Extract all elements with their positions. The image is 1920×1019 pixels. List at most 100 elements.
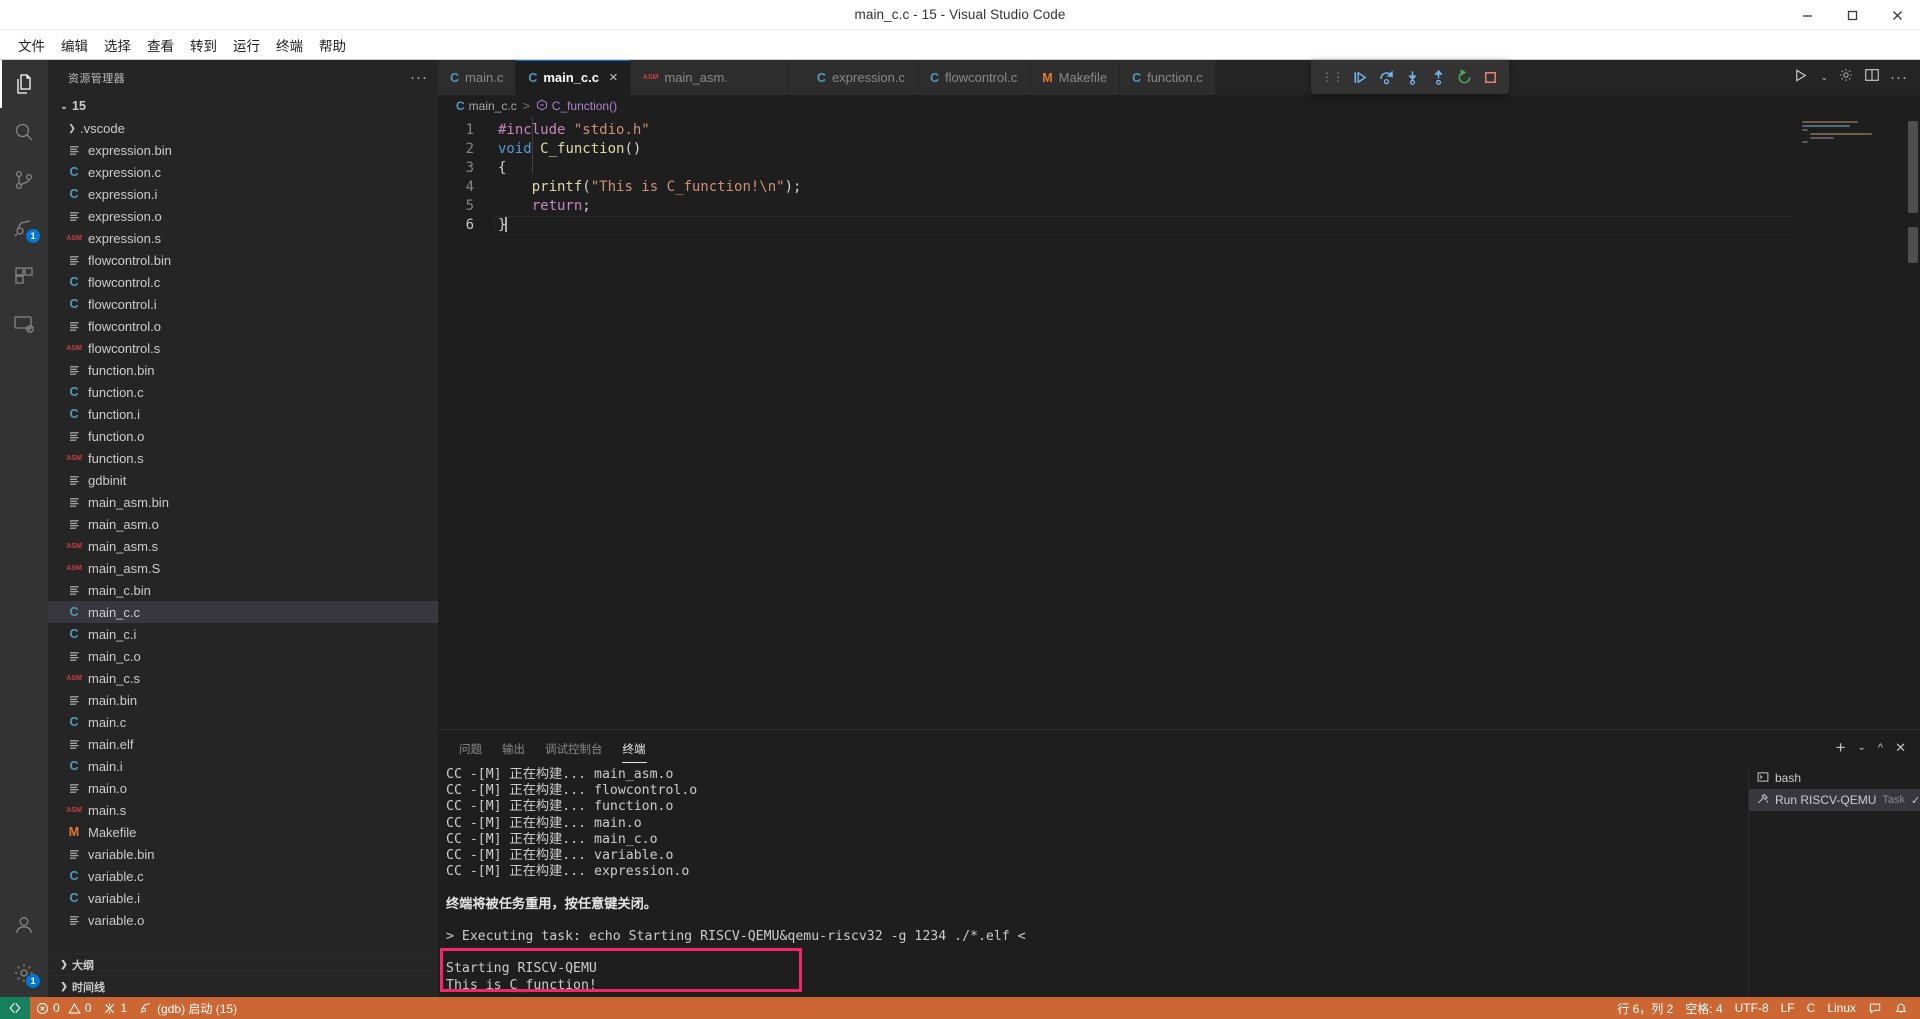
- menu-run[interactable]: 运行: [225, 32, 268, 58]
- remote-host-icon[interactable]: [0, 997, 30, 1019]
- tree-root-15[interactable]: ⌄ 15: [48, 95, 438, 117]
- tree-item-function-i[interactable]: Cfunction.i: [48, 403, 438, 425]
- terminal-dropdown-icon[interactable]: ⌄: [1858, 742, 1866, 753]
- debug-toolbar-grip[interactable]: ⋮⋮: [1317, 70, 1347, 84]
- status-ports[interactable]: 1: [97, 997, 133, 1019]
- tree-item-expression-s[interactable]: ASM expression.s: [48, 227, 438, 249]
- status-indentation[interactable]: 空格: 4: [1679, 997, 1728, 1019]
- sidebar-section-outline[interactable]: ❯ 大纲: [48, 953, 438, 975]
- minimize-icon[interactable]: [1785, 0, 1830, 30]
- activity-manage-gear-icon[interactable]: 1: [0, 949, 48, 997]
- editor-tab-function-c[interactable]: Cfunction.c: [1120, 60, 1216, 95]
- terminal-instance-list[interactable]: bash Run RISCV-QEMU Task ✓: [1748, 765, 1920, 997]
- status-problems[interactable]: 0 0: [30, 997, 97, 1019]
- tree-item-expression-bin[interactable]: expression.bin: [48, 139, 438, 161]
- editor-scrollbar[interactable]: [1906, 117, 1920, 729]
- activity-explorer[interactable]: [0, 60, 48, 108]
- code-line[interactable]: {: [494, 159, 1920, 178]
- editor-tab-expression-c[interactable]: Cexpression.c: [788, 60, 918, 95]
- activity-extensions[interactable]: [0, 252, 48, 300]
- breadcrumb-symbol[interactable]: C_function(): [552, 99, 617, 113]
- tab-close-icon[interactable]: ×: [609, 70, 618, 85]
- tree-item-gdbinit[interactable]: gdbinit: [48, 469, 438, 491]
- editor-settings-gear-icon[interactable]: [1838, 67, 1854, 88]
- status-encoding[interactable]: UTF-8: [1729, 997, 1775, 1019]
- file-tree[interactable]: ⌄ 15 ❯ .vscode expression.bin Cexpression.c Ce…: [48, 95, 438, 953]
- more-actions-icon[interactable]: ···: [1890, 70, 1908, 85]
- feedback-icon[interactable]: [1862, 997, 1888, 1019]
- tree-item-expression-o[interactable]: expression.o: [48, 205, 438, 227]
- menu-help[interactable]: 帮助: [311, 32, 354, 58]
- tree-item-main_asm-S[interactable]: ASM main_asm.S: [48, 557, 438, 579]
- tree-item-flowcontrol-bin[interactable]: flowcontrol.bin: [48, 249, 438, 271]
- menu-selection[interactable]: 选择: [96, 32, 139, 58]
- tree-item-main_c-bin[interactable]: main_c.bin: [48, 579, 438, 601]
- debug-stop-icon[interactable]: [1477, 63, 1503, 91]
- terminal-list-item-run-riscv-qemu[interactable]: Run RISCV-QEMU Task ✓: [1749, 789, 1920, 811]
- chevron-down-icon[interactable]: ⌄: [1820, 72, 1828, 83]
- terminal-list-item-bash[interactable]: bash: [1749, 767, 1920, 789]
- tree-item-expression-i[interactable]: Cexpression.i: [48, 183, 438, 205]
- tree-item-main-i[interactable]: Cmain.i: [48, 755, 438, 777]
- editor-tab-main-c[interactable]: Cmain.c: [438, 60, 517, 95]
- editor-tab-Makefile[interactable]: M Makefile: [1030, 60, 1121, 95]
- tree-item-function-bin[interactable]: function.bin: [48, 359, 438, 381]
- tree-item-main-c[interactable]: Cmain.c: [48, 711, 438, 733]
- editor-tab-main_c-c[interactable]: Cmain_c.c ×: [516, 60, 631, 95]
- run-or-debug-icon[interactable]: [1793, 67, 1810, 89]
- code-line[interactable]: #include "stdio.h": [494, 121, 1920, 140]
- code-line[interactable]: void C_function(): [494, 140, 1920, 159]
- tree-item-main-s[interactable]: ASM main.s: [48, 799, 438, 821]
- panel-tab-问题[interactable]: 问题: [458, 733, 483, 763]
- code-editor[interactable]: 123456 #include "stdio.h" void C_function…: [438, 117, 1920, 729]
- status-debug-launch[interactable]: (gdb) 启动 (15): [133, 997, 243, 1019]
- split-editor-icon[interactable]: [1864, 67, 1880, 88]
- tree-item-main_c-c[interactable]: Cmain_c.c: [48, 601, 438, 623]
- tree-item--vscode[interactable]: ❯ .vscode: [48, 117, 438, 139]
- debug-step-over-icon[interactable]: [1373, 63, 1399, 91]
- menu-file[interactable]: 文件: [10, 32, 53, 58]
- debug-step-into-icon[interactable]: [1399, 63, 1425, 91]
- debug-restart-icon[interactable]: [1451, 63, 1477, 91]
- tree-item-flowcontrol-o[interactable]: flowcontrol.o: [48, 315, 438, 337]
- tree-item-function-s[interactable]: ASM function.s: [48, 447, 438, 469]
- code-content[interactable]: #include "stdio.h" void C_function(){ pri…: [494, 117, 1920, 729]
- activity-run-and-debug[interactable]: 1: [0, 204, 48, 252]
- activity-accounts[interactable]: [0, 901, 48, 949]
- status-cursor-position[interactable]: 行 6，列 2: [1611, 997, 1679, 1019]
- panel-tab-终端[interactable]: 终端: [621, 733, 647, 763]
- editor-tab-main_asm-[interactable]: ASM main_asm.: [630, 60, 789, 95]
- tree-item-function-c[interactable]: Cfunction.c: [48, 381, 438, 403]
- debug-step-out-icon[interactable]: [1425, 63, 1451, 91]
- tree-item-main_c-i[interactable]: Cmain_c.i: [48, 623, 438, 645]
- code-line[interactable]: return;: [494, 197, 1920, 216]
- new-terminal-icon[interactable]: +: [1836, 739, 1846, 756]
- tree-item-flowcontrol-s[interactable]: ASM flowcontrol.s: [48, 337, 438, 359]
- tree-item-variable-o[interactable]: variable.o: [48, 909, 438, 931]
- menu-edit[interactable]: 编辑: [53, 32, 96, 58]
- activity-search[interactable]: [0, 108, 48, 156]
- tree-item-main-bin[interactable]: main.bin: [48, 689, 438, 711]
- tree-item-flowcontrol-i[interactable]: Cflowcontrol.i: [48, 293, 438, 315]
- breadcrumb-file[interactable]: main_c.c: [469, 99, 517, 113]
- tree-item-main_asm-bin[interactable]: main_asm.bin: [48, 491, 438, 513]
- status-platform[interactable]: Linux: [1821, 997, 1862, 1019]
- code-line[interactable]: }: [494, 216, 1920, 235]
- tree-item-variable-i[interactable]: Cvariable.i: [48, 887, 438, 909]
- tree-item-main_c-s[interactable]: ASM main_c.s: [48, 667, 438, 689]
- sidebar-more-actions-icon[interactable]: ···: [410, 70, 428, 85]
- tree-item-main_asm-o[interactable]: main_asm.o: [48, 513, 438, 535]
- sidebar-section-timeline[interactable]: ❯ 时间线: [48, 975, 438, 997]
- debug-continue-icon[interactable]: [1347, 63, 1373, 91]
- editor-tab-flowcontrol-c[interactable]: Cflowcontrol.c: [917, 60, 1031, 95]
- menu-terminal[interactable]: 终端: [268, 32, 311, 58]
- tree-item-main-elf[interactable]: main.elf: [48, 733, 438, 755]
- tree-item-variable-c[interactable]: Cvariable.c: [48, 865, 438, 887]
- terminal-output[interactable]: CC -[M] 正在构建... main_asm.o CC -[M] 正在构建..…: [438, 765, 1748, 997]
- maximize-icon[interactable]: [1830, 0, 1875, 30]
- menu-go[interactable]: 转到: [182, 32, 225, 58]
- code-line[interactable]: printf("This is C_function!\n");: [494, 178, 1920, 197]
- tree-item-flowcontrol-c[interactable]: Cflowcontrol.c: [48, 271, 438, 293]
- minimap[interactable]: [1796, 117, 1906, 729]
- panel-tab-调试控制台[interactable]: 调试控制台: [544, 733, 604, 763]
